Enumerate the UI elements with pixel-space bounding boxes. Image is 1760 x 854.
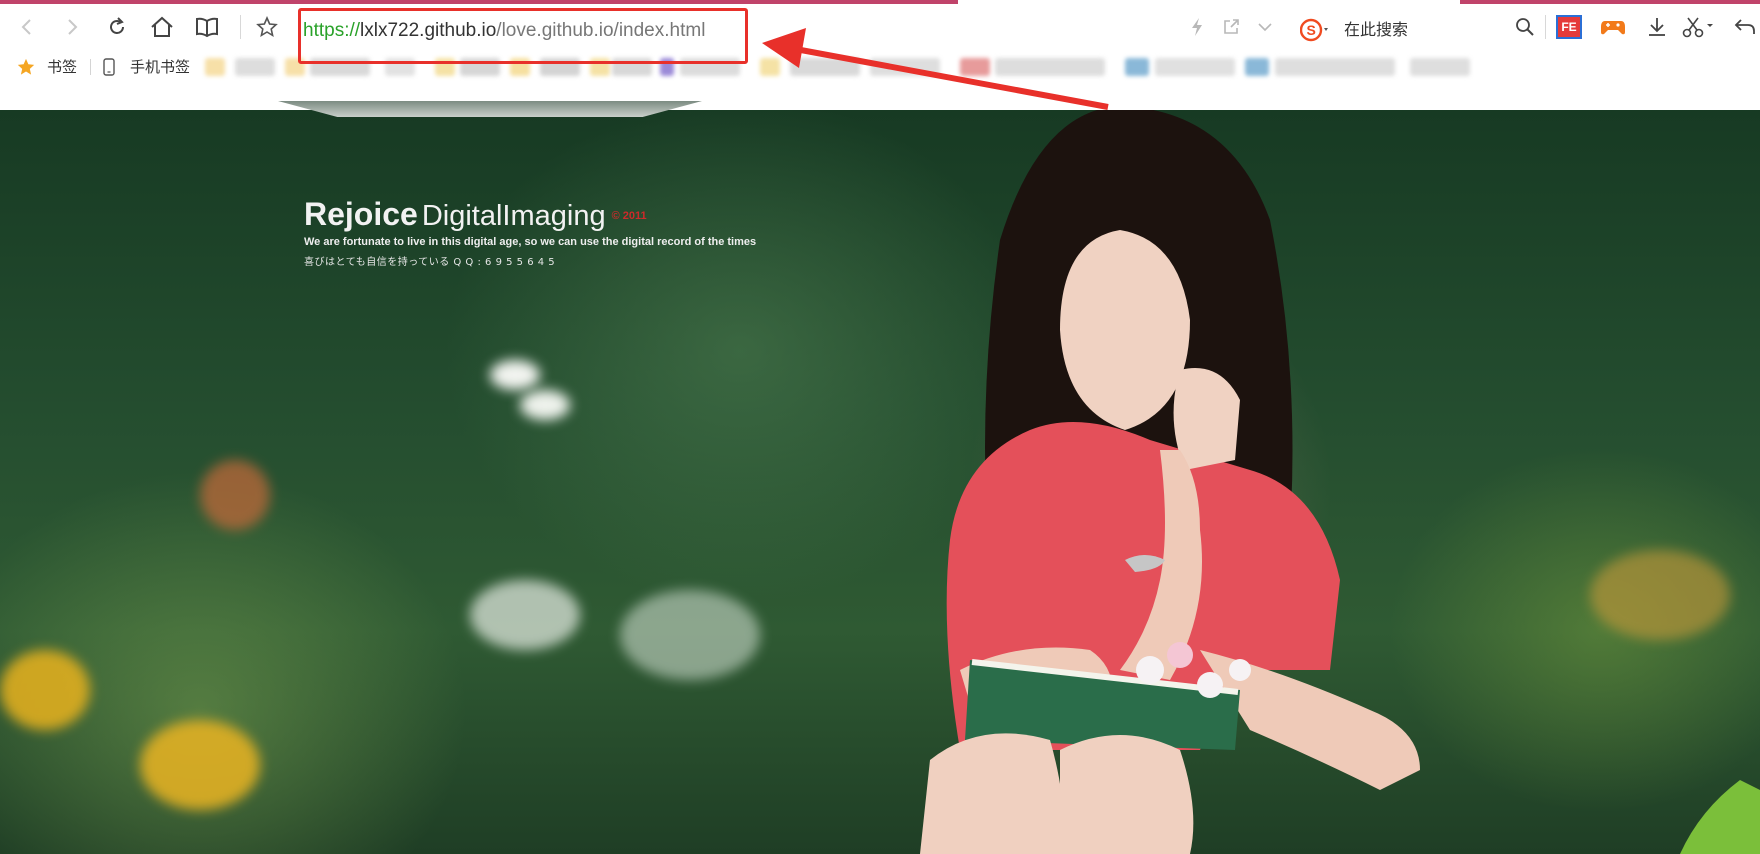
brand-regular: DigitalImaging xyxy=(421,200,606,232)
toolbar-divider xyxy=(240,15,241,39)
brand-year: © 2011 xyxy=(611,209,647,222)
bookmarks-button[interactable]: 书签 xyxy=(47,50,77,84)
brand-bold: Rejoice xyxy=(304,196,418,232)
reload-icon[interactable] xyxy=(100,10,134,44)
game-icon[interactable] xyxy=(1596,10,1630,44)
search-box[interactable]: S 在此搜索 xyxy=(1296,16,1536,44)
blurred-bookmark[interactable] xyxy=(205,58,225,76)
watermark-tagline: We are fortunate to live in this digital… xyxy=(304,236,757,248)
undo-icon[interactable] xyxy=(1728,10,1760,44)
bookmarks-bar: 书签 手机书签 xyxy=(0,50,1760,84)
blurred-bookmark[interactable] xyxy=(235,58,275,76)
favorite-star-icon[interactable] xyxy=(250,10,284,44)
toolbar-divider xyxy=(1545,15,1546,39)
magnifier-icon[interactable] xyxy=(1508,10,1542,44)
blurred-bookmark[interactable] xyxy=(1125,58,1149,76)
lightning-icon[interactable] xyxy=(1180,10,1214,44)
bookmark-star-icon xyxy=(16,57,36,82)
scissors-icon[interactable] xyxy=(1682,10,1716,44)
watermark-title: Rejoice DigitalImaging © 2011 xyxy=(304,196,647,233)
blurred-bookmark[interactable] xyxy=(995,58,1105,76)
back-icon[interactable] xyxy=(10,10,44,44)
fe-extension-label: FE xyxy=(1556,15,1582,39)
blurred-bookmark[interactable] xyxy=(1245,58,1269,76)
blurred-bookmark[interactable] xyxy=(960,58,990,76)
watermark-tagline-jp: 喜びはとても自信を持っている Q Q : 6 9 5 5 6 4 5 xyxy=(304,257,556,268)
url-highlight-box xyxy=(298,8,748,64)
forward-icon[interactable] xyxy=(55,10,89,44)
blurred-bookmark[interactable] xyxy=(1410,58,1470,76)
blurred-bookmark[interactable] xyxy=(760,58,780,76)
reader-icon[interactable] xyxy=(190,10,224,44)
woman-figure xyxy=(920,110,1760,854)
bookmark-divider xyxy=(90,59,91,75)
watermark-text: Rejoice DigitalImaging © 2011 We are fortu… xyxy=(304,196,824,276)
svg-text:S: S xyxy=(1307,22,1316,38)
page-shadow-tab xyxy=(278,101,702,117)
blurred-bookmark[interactable] xyxy=(870,58,940,76)
blurred-bookmark[interactable] xyxy=(790,58,860,76)
hero-photo: Rejoice DigitalImaging © 2011 We are fortu… xyxy=(0,110,1760,854)
browser-toolbar: https://lxlx722.github.io/love.github.io… xyxy=(0,4,1760,50)
home-icon[interactable] xyxy=(145,10,179,44)
page-header-area xyxy=(0,84,1760,110)
chevron-down-icon[interactable] xyxy=(1248,10,1282,44)
share-icon[interactable] xyxy=(1214,10,1248,44)
mobile-bookmarks-button[interactable]: 手机书签 xyxy=(130,50,190,84)
search-placeholder: 在此搜索 xyxy=(1344,20,1409,39)
fe-extension-icon[interactable]: FE xyxy=(1552,10,1586,44)
phone-icon xyxy=(103,58,115,81)
sogou-icon[interactable]: S xyxy=(1299,18,1332,47)
blurred-bookmark[interactable] xyxy=(1275,58,1395,76)
blurred-bookmark[interactable] xyxy=(1155,58,1235,76)
download-icon[interactable] xyxy=(1640,10,1674,44)
